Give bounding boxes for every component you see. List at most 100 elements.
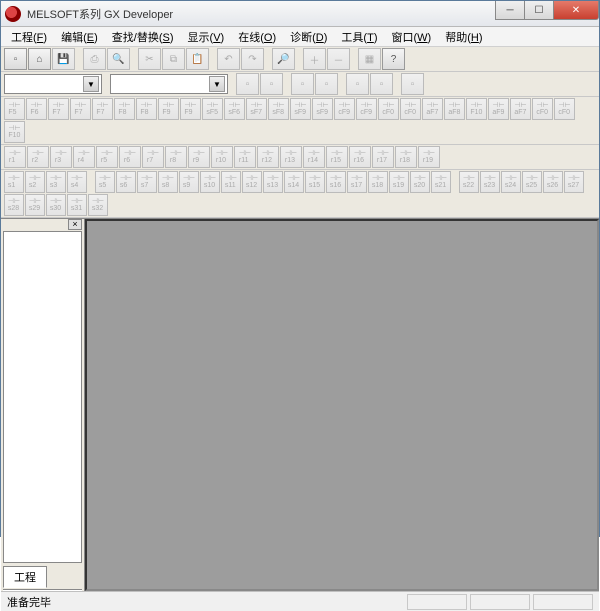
- statusbar: 准备完毕: [1, 591, 599, 611]
- ladder-r18: ⊣⊢ r18: [395, 146, 417, 168]
- ladder-sF5-icon: ⊣⊢ sF5: [206, 102, 218, 116]
- ladder-sF9: ⊣⊢ sF9: [312, 98, 333, 120]
- ladder-s23-icon: ⊣⊢ s23: [484, 175, 496, 189]
- ladder-s31: ⊣⊢ s31: [67, 194, 87, 216]
- ladder-r6: ⊣⊢ r6: [119, 146, 141, 168]
- ladder-r7: ⊣⊢ r7: [142, 146, 164, 168]
- ladder-r4: ⊣⊢ r4: [73, 146, 95, 168]
- menu-t[interactable]: 工具(T): [335, 27, 383, 47]
- chevron-down-icon: ▼: [209, 76, 225, 92]
- help-button[interactable]: ?: [382, 48, 405, 70]
- ladder-s12-icon: ⊣⊢ s12: [246, 175, 258, 189]
- project-tree[interactable]: [3, 231, 82, 563]
- ladder-cF9: ⊣⊢ cF9: [356, 98, 377, 120]
- paste-icon: 📋: [191, 54, 203, 65]
- menu-f[interactable]: 工程(F): [5, 27, 53, 47]
- window-controls: ─ ☐ ✕: [496, 1, 599, 21]
- ladder-s1-icon: ⊣⊢ s1: [8, 175, 20, 189]
- ladder-F10: ⊣⊢ F10: [466, 98, 487, 120]
- combo-label[interactable]: ▼: [110, 74, 228, 94]
- ladder-r12: ⊣⊢ r12: [257, 146, 279, 168]
- ladder-F5-icon: ⊣⊢ F5: [8, 102, 20, 116]
- new-icon: ▫: [14, 54, 18, 65]
- ladder-s23: ⊣⊢ s23: [480, 171, 500, 193]
- ladder-s24: ⊣⊢ s24: [501, 171, 521, 193]
- ladder-r16: ⊣⊢ r16: [349, 146, 371, 168]
- maximize-button[interactable]: ☐: [524, 1, 554, 20]
- ladder-r6-icon: ⊣⊢ r6: [124, 150, 136, 164]
- combo-device[interactable]: ▼: [4, 74, 102, 94]
- ladder-r4-icon: ⊣⊢ r4: [78, 150, 90, 164]
- ladder-r14-icon: ⊣⊢ r14: [308, 150, 320, 164]
- sidebar-close-button[interactable]: ×: [68, 219, 82, 230]
- zoom-out-button: －: [327, 48, 350, 70]
- new-button[interactable]: ▫: [4, 48, 27, 70]
- b3-button: ▫: [291, 73, 314, 95]
- ladder-r8-icon: ⊣⊢ r8: [170, 150, 182, 164]
- ladder-r1-icon: ⊣⊢ r1: [9, 150, 21, 164]
- tile-icon: ▦: [365, 54, 374, 65]
- menu-e[interactable]: 编辑(E): [55, 27, 104, 47]
- sidebar-header: ×: [1, 219, 84, 231]
- titlebar: MELSOFT系列 GX Developer ─ ☐ ✕: [1, 1, 599, 27]
- ladder-s25-icon: ⊣⊢ s25: [526, 175, 538, 189]
- ladder-aF9: ⊣⊢ aF9: [488, 98, 509, 120]
- ladder-r9: ⊣⊢ r9: [188, 146, 210, 168]
- menu-v[interactable]: 显示(V): [182, 27, 231, 47]
- b4-button: ▫: [315, 73, 338, 95]
- ladder-s14: ⊣⊢ s14: [284, 171, 304, 193]
- copy-icon: ⧉: [170, 54, 177, 65]
- ladder-r2: ⊣⊢ r2: [27, 146, 49, 168]
- menu-h[interactable]: 帮助(H): [439, 27, 488, 47]
- ladder-sF8-icon: ⊣⊢ sF8: [272, 102, 284, 116]
- ladder-r14: ⊣⊢ r14: [303, 146, 325, 168]
- ladder-s13-icon: ⊣⊢ s13: [267, 175, 279, 189]
- ladder-F9: ⊣⊢ F9: [158, 98, 179, 120]
- b6-button: ▫: [370, 73, 393, 95]
- status-cell-1: [407, 594, 467, 610]
- copy-button: ⧉: [162, 48, 185, 70]
- ladder-s10-icon: ⊣⊢ s10: [204, 175, 216, 189]
- ladder-s24-icon: ⊣⊢ s24: [505, 175, 517, 189]
- ladder-s6: ⊣⊢ s6: [116, 171, 136, 193]
- open-button[interactable]: ⌂: [28, 48, 51, 70]
- window-title: MELSOFT系列 GX Developer: [27, 6, 173, 22]
- save-icon: 💾: [57, 54, 69, 65]
- ladder-s32-icon: ⊣⊢ s32: [92, 198, 104, 212]
- ladder-s4-icon: ⊣⊢ s4: [71, 175, 83, 189]
- ladder-s28: ⊣⊢ s28: [4, 194, 24, 216]
- ladder-sF6-icon: ⊣⊢ sF6: [228, 102, 240, 116]
- find-icon: 🔎: [277, 54, 289, 65]
- status-text: 准备完毕: [7, 594, 51, 610]
- b7-button: ▫: [401, 73, 424, 95]
- ladder-s12: ⊣⊢ s12: [242, 171, 262, 193]
- ladder-r8: ⊣⊢ r8: [165, 146, 187, 168]
- b4-icon: ▫: [325, 79, 329, 90]
- ladder-cF9-icon: ⊣⊢ cF9: [338, 102, 350, 116]
- ladder-aF8-icon: ⊣⊢ aF8: [448, 102, 460, 116]
- close-button[interactable]: ✕: [553, 1, 599, 20]
- ladder-r13: ⊣⊢ r13: [280, 146, 302, 168]
- ladder-s16: ⊣⊢ s16: [326, 171, 346, 193]
- ladder-s30-icon: ⊣⊢ s30: [50, 198, 62, 212]
- menu-o[interactable]: 在线(O): [232, 27, 282, 47]
- ladder-s3: ⊣⊢ s3: [46, 171, 66, 193]
- ladder-r12-icon: ⊣⊢ r12: [262, 150, 274, 164]
- menu-d[interactable]: 诊断(D): [284, 27, 333, 47]
- menu-s[interactable]: 查找/替换(S): [106, 27, 180, 47]
- workspace[interactable]: [85, 219, 599, 591]
- preview-icon: 🔍: [112, 54, 124, 65]
- ladder-s17-icon: ⊣⊢ s17: [351, 175, 363, 189]
- ladder-sF9: ⊣⊢ sF9: [290, 98, 311, 120]
- ladder-s18-icon: ⊣⊢ s18: [372, 175, 384, 189]
- ladder-r15: ⊣⊢ r15: [326, 146, 348, 168]
- menu-w[interactable]: 窗口(W): [385, 27, 437, 47]
- ladder-s16-icon: ⊣⊢ s16: [330, 175, 342, 189]
- sidebar-tab-project[interactable]: 工程: [3, 566, 47, 588]
- ladder-F7-icon: ⊣⊢ F7: [52, 102, 64, 116]
- paste-button: 📋: [186, 48, 209, 70]
- minimize-button[interactable]: ─: [495, 1, 525, 20]
- ladder-r5: ⊣⊢ r5: [96, 146, 118, 168]
- ladder-s19-icon: ⊣⊢ s19: [393, 175, 405, 189]
- ladder-s15-icon: ⊣⊢ s15: [309, 175, 321, 189]
